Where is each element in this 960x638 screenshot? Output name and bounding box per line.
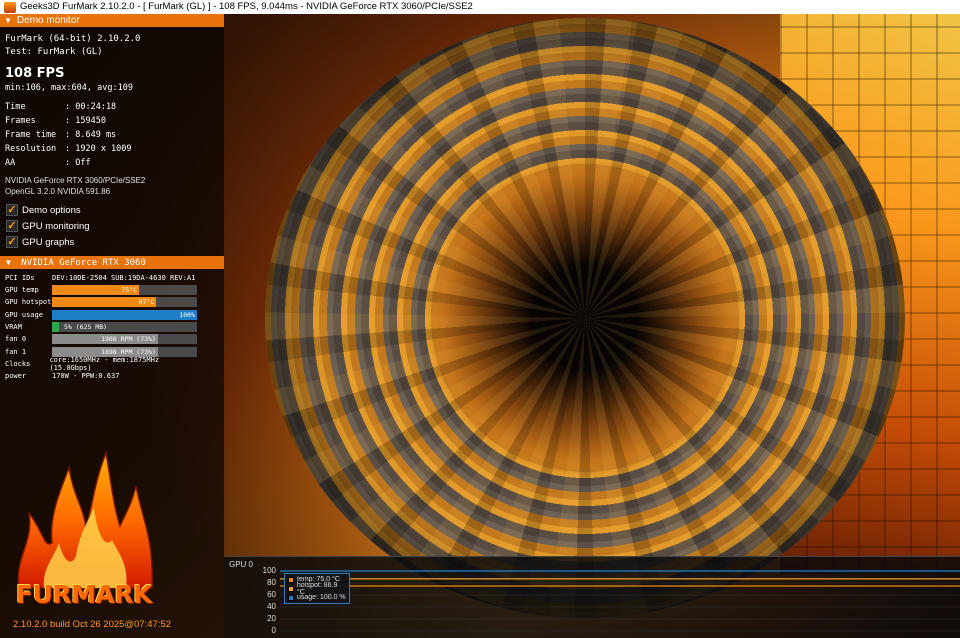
app-version-line: FurMark (64-bit) 2.10.2.0: [5, 34, 141, 44]
checkbox-gpu-graphs[interactable]: ✓ GPU graphs: [6, 236, 74, 248]
gpu-bar: 75°C: [52, 285, 197, 295]
gpu-bar-value: 75°C: [121, 286, 137, 294]
gpu-bar-value: 87°C: [138, 298, 155, 307]
graph-title: GPU 0: [229, 560, 254, 569]
clocks-row: Clocks core:1650MHz - mem:1875MHz (15.0G…: [5, 356, 160, 372]
fur-donut-render: [265, 18, 905, 618]
y-tick-label: 20: [267, 614, 276, 623]
gpu-name: NVIDIA GeForce RTX 3060: [21, 258, 146, 268]
legend-swatch: [288, 585, 294, 592]
gpu-bar-value: 1908 RPM (73%): [101, 335, 156, 344]
legend-swatch: [288, 594, 294, 601]
test-name-line: Test: FurMark (GL): [5, 47, 103, 57]
gpu-bar: 87°C: [52, 297, 197, 308]
stat-aa: AA: Off: [5, 158, 91, 168]
gpu-bar-row: fan 0 1908 RPM (73%): [5, 334, 197, 345]
demo-monitor-title: Demo monitor: [16, 15, 80, 26]
gpu-monitor-header[interactable]: ▼ NVIDIA GeForce RTX 3060: [0, 256, 224, 269]
gpu-bar: 1908 RPM (73%): [52, 334, 197, 345]
pci-ids-row: PCI IDs DEV:10DE-2504 SUB:19DA-4630 REV:…: [5, 274, 196, 282]
stat-time: Time: 00:24:18: [5, 102, 117, 112]
checkmark-icon[interactable]: ✓: [6, 236, 18, 248]
gpu-bar-row: GPU hotspot 87°C: [5, 297, 197, 308]
y-tick-label: 60: [267, 590, 276, 599]
collapse-arrow-icon[interactable]: ▼: [6, 258, 11, 267]
stat-frames: Frames: 159450: [5, 116, 106, 126]
gpu-bar-fill: [52, 309, 197, 320]
gpu-bar-value: 1898 RPM (73%): [101, 347, 156, 356]
legend-item-hotspot: hotspot: 86.9 °C: [288, 582, 346, 596]
gpu-bar: 5% (625 MB): [52, 321, 197, 332]
y-tick-label: 0: [271, 626, 276, 635]
y-tick-label: 80: [267, 578, 276, 587]
y-tick-label: 40: [267, 602, 276, 611]
window-title: Geeks3D FurMark 2.10.2.0 - [ FurMark (GL…: [20, 1, 473, 12]
legend-swatch: [288, 576, 294, 583]
power-row: power 170W - PPW:0.637: [5, 372, 120, 380]
gpu-bar: 100%: [52, 309, 197, 320]
checkmark-icon[interactable]: ✓: [6, 204, 18, 216]
window-titlebar[interactable]: Geeks3D FurMark 2.10.2.0 - [ FurMark (GL…: [0, 0, 960, 14]
stat-frame-time: Frame time: 8.649 ms: [5, 130, 117, 140]
furmark-wordmark: FURMARK: [16, 580, 152, 609]
gpu-graph-panel: GPU 0 100 80 60 40 20 0 temp: 75.0 °C ho…: [224, 556, 960, 638]
gpu-bar-value: 100%: [179, 310, 195, 319]
graph-legend: temp: 75.0 °C hotspot: 86.9 °C usage: 10…: [284, 573, 350, 604]
build-info: 2.10.2.0 build Oct 26 2025@07:47:52: [13, 619, 172, 630]
gpu-bar-row: GPU temp 75°C: [5, 285, 197, 295]
stat-resolution: Resolution: 1920 x 1009: [5, 144, 132, 154]
gpu-bar-row: GPU usage 100%: [5, 309, 197, 320]
gpu-bar-row: VRAM 5% (625 MB): [5, 321, 197, 332]
checkbox-gpu-monitoring[interactable]: ✓ GPU monitoring: [6, 220, 90, 232]
demo-monitor-header[interactable]: ▼ Demo monitor: [0, 14, 224, 27]
y-tick-label: 100: [262, 566, 276, 575]
gpu-bar-fill: [52, 321, 60, 332]
gpu-bar: 1898 RPM (73%): [52, 346, 197, 357]
renderer-info: NVIDIA GeForce RTX 3060/PCIe/SSE2: [5, 176, 146, 185]
checkbox-demo-options[interactable]: ✓ Demo options: [6, 204, 81, 216]
opengl-info: OpenGL 3.2.0 NVIDIA 591.86: [5, 187, 111, 196]
graph-plot-area: [280, 570, 960, 632]
gpu-bar-row: fan 1 1898 RPM (73%): [5, 346, 197, 357]
collapse-arrow-icon[interactable]: ▼: [4, 14, 12, 27]
checkmark-icon[interactable]: ✓: [6, 220, 18, 232]
legend-item-usage: usage: 100.0 %: [288, 593, 346, 602]
furmark-app-icon: [4, 1, 16, 13]
fps-stats: min:106, max:604, avg:109: [5, 83, 133, 93]
gpu-bar-value: 5% (625 MB): [64, 322, 108, 331]
fps-readout: 108 FPS: [5, 66, 65, 81]
